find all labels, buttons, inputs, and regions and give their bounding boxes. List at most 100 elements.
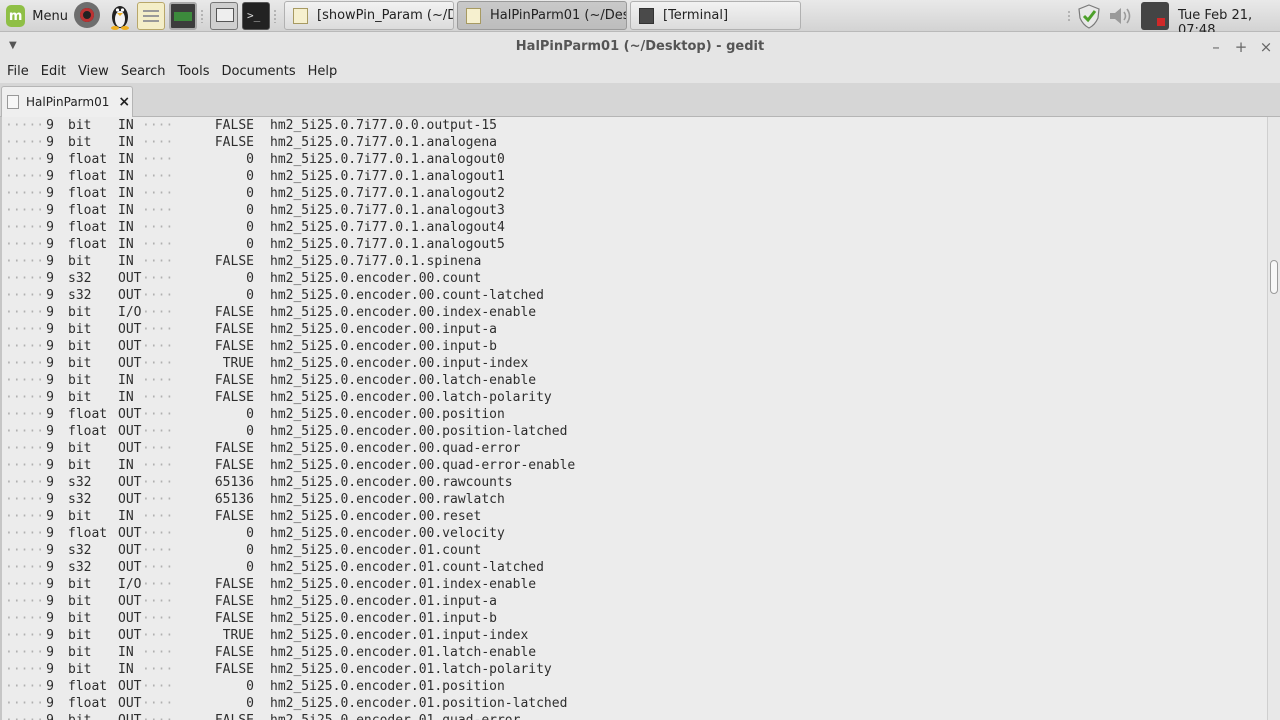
text-editor-icon[interactable] xyxy=(137,2,165,30)
taskbar-item-halpinparm01[interactable]: HalPinParm01 (~/Des... xyxy=(457,1,627,30)
pin-name: hm2_5i25.0.encoder.00.latch-polarity xyxy=(270,390,552,405)
owner-value: 9 xyxy=(46,118,54,133)
pin-direction: OUT xyxy=(118,526,142,541)
pin-direction: I/O xyxy=(118,305,142,320)
pin-direction: OUT xyxy=(118,696,142,711)
pin-name: hm2_5i25.0.encoder.01.count xyxy=(270,543,482,558)
window-titlebar[interactable]: ▼ HalPinParm01 (~/Desktop) - gedit – + × xyxy=(0,32,1280,62)
pin-value: FALSE xyxy=(172,304,254,321)
pin-name: hm2_5i25.0.encoder.00.input-a xyxy=(270,322,497,337)
pin-type: s32 xyxy=(68,288,92,303)
tab-halpinparm01[interactable]: HalPinParm01 × xyxy=(1,86,133,117)
pin-name: hm2_5i25.0.encoder.01.input-a xyxy=(270,594,497,609)
vertical-scrollbar[interactable] xyxy=(1267,117,1280,720)
pin-direction: IN xyxy=(118,169,134,184)
panel-separator xyxy=(1068,10,1070,22)
owner-value: 9 xyxy=(46,475,54,490)
pin-type: bit xyxy=(68,322,92,337)
tab-close-button[interactable]: × xyxy=(118,94,130,110)
update-manager-shield-icon[interactable] xyxy=(1076,3,1102,29)
virtualbox-icon[interactable] xyxy=(210,2,238,30)
tab-label: HalPinParm01 xyxy=(26,95,110,109)
pin-type: bit xyxy=(68,254,92,269)
pin-value: 65136 xyxy=(172,474,254,491)
pin-type: float xyxy=(68,152,108,167)
network-disconnected-icon[interactable] xyxy=(1141,2,1169,30)
volume-icon[interactable] xyxy=(1108,5,1134,27)
screen-recorder-icon[interactable] xyxy=(74,2,100,28)
menu-file[interactable]: File xyxy=(1,62,35,83)
menu-edit[interactable]: Edit xyxy=(35,62,72,83)
owner-value: 9 xyxy=(46,458,54,473)
scrollbar-thumb[interactable] xyxy=(1270,260,1278,294)
pin-value: 0 xyxy=(172,678,254,695)
text-editor-area[interactable]: ·····9bitIN··············FALSEhm2_5i25.0… xyxy=(0,117,1267,720)
menu-button[interactable]: m Menu xyxy=(2,2,68,30)
panel-separator xyxy=(201,9,203,23)
pin-name: hm2_5i25.0.encoder.00.latch-enable xyxy=(270,373,537,388)
pin-name: hm2_5i25.0.encoder.01.input-index xyxy=(270,628,529,643)
pin-direction: IN xyxy=(118,135,134,150)
pin-direction: OUT xyxy=(118,594,142,609)
pin-value: FALSE xyxy=(172,372,254,389)
menu-label: Menu xyxy=(32,8,68,24)
pin-name: hm2_5i25.0.encoder.00.input-b xyxy=(270,339,497,354)
pin-name: hm2_5i25.0.7i77.0.1.analogena xyxy=(270,135,497,150)
owner-value: 9 xyxy=(46,645,54,660)
pin-value: 0 xyxy=(172,236,254,253)
menu-tools[interactable]: Tools xyxy=(171,62,215,83)
pin-direction: IN xyxy=(118,186,134,201)
pin-type: bit xyxy=(68,305,92,320)
pin-name: hm2_5i25.0.encoder.00.quad-error xyxy=(270,441,521,456)
pin-type: float xyxy=(68,407,108,422)
pin-name: hm2_5i25.0.encoder.00.rawlatch xyxy=(270,492,505,507)
menu-view[interactable]: View xyxy=(72,62,115,83)
pin-type: float xyxy=(68,169,108,184)
pin-name: hm2_5i25.0.encoder.00.position xyxy=(270,407,505,422)
menu-documents[interactable]: Documents xyxy=(216,62,302,83)
pin-type: bit xyxy=(68,339,92,354)
pin-name: hm2_5i25.0.encoder.01.input-b xyxy=(270,611,497,626)
pin-value: FALSE xyxy=(172,576,254,593)
owner-value: 9 xyxy=(46,390,54,405)
pin-name: hm2_5i25.0.7i77.0.1.analogout5 xyxy=(270,237,505,252)
owner-value: 9 xyxy=(46,322,54,337)
owner-value: 9 xyxy=(46,696,54,711)
pin-direction: OUT xyxy=(118,611,142,626)
system-monitor-icon[interactable] xyxy=(169,2,197,30)
pin-direction: OUT xyxy=(118,356,142,371)
owner-value: 9 xyxy=(46,254,54,269)
pin-value: 0 xyxy=(172,202,254,219)
tux-penguin-icon[interactable] xyxy=(106,2,134,30)
taskbar-item-label: [Terminal] xyxy=(663,8,729,23)
taskbar-item-terminal[interactable]: [Terminal] xyxy=(630,1,801,30)
pin-value: 0 xyxy=(172,525,254,542)
pin-value: FALSE xyxy=(172,457,254,474)
pin-direction: IN xyxy=(118,645,134,660)
pin-type: float xyxy=(68,220,108,235)
menu-help[interactable]: Help xyxy=(302,62,344,83)
pin-type: bit xyxy=(68,577,92,592)
pin-value: 0 xyxy=(172,542,254,559)
pin-value: FALSE xyxy=(172,644,254,661)
pin-type: s32 xyxy=(68,475,92,490)
minimize-button[interactable]: – xyxy=(1206,37,1226,57)
owner-value: 9 xyxy=(46,628,54,643)
taskbar-item-showpin-param[interactable]: [showPin_Param (~/D... xyxy=(284,1,454,30)
owner-value: 9 xyxy=(46,594,54,609)
pin-value: FALSE xyxy=(172,389,254,406)
pin-direction: OUT xyxy=(118,271,142,286)
maximize-button[interactable]: + xyxy=(1231,37,1251,57)
pin-type: bit xyxy=(68,135,92,150)
menu-search[interactable]: Search xyxy=(115,62,172,83)
pin-name: hm2_5i25.0.7i77.0.1.analogout1 xyxy=(270,169,505,184)
pin-direction: IN xyxy=(118,390,134,405)
owner-value: 9 xyxy=(46,424,54,439)
pin-value: FALSE xyxy=(172,338,254,355)
pin-type: bit xyxy=(68,373,92,388)
owner-value: 9 xyxy=(46,407,54,422)
close-button[interactable]: × xyxy=(1256,37,1276,57)
pin-value: 0 xyxy=(172,406,254,423)
pin-value: FALSE xyxy=(172,253,254,270)
terminal-launcher-icon[interactable]: >_ xyxy=(242,2,270,30)
